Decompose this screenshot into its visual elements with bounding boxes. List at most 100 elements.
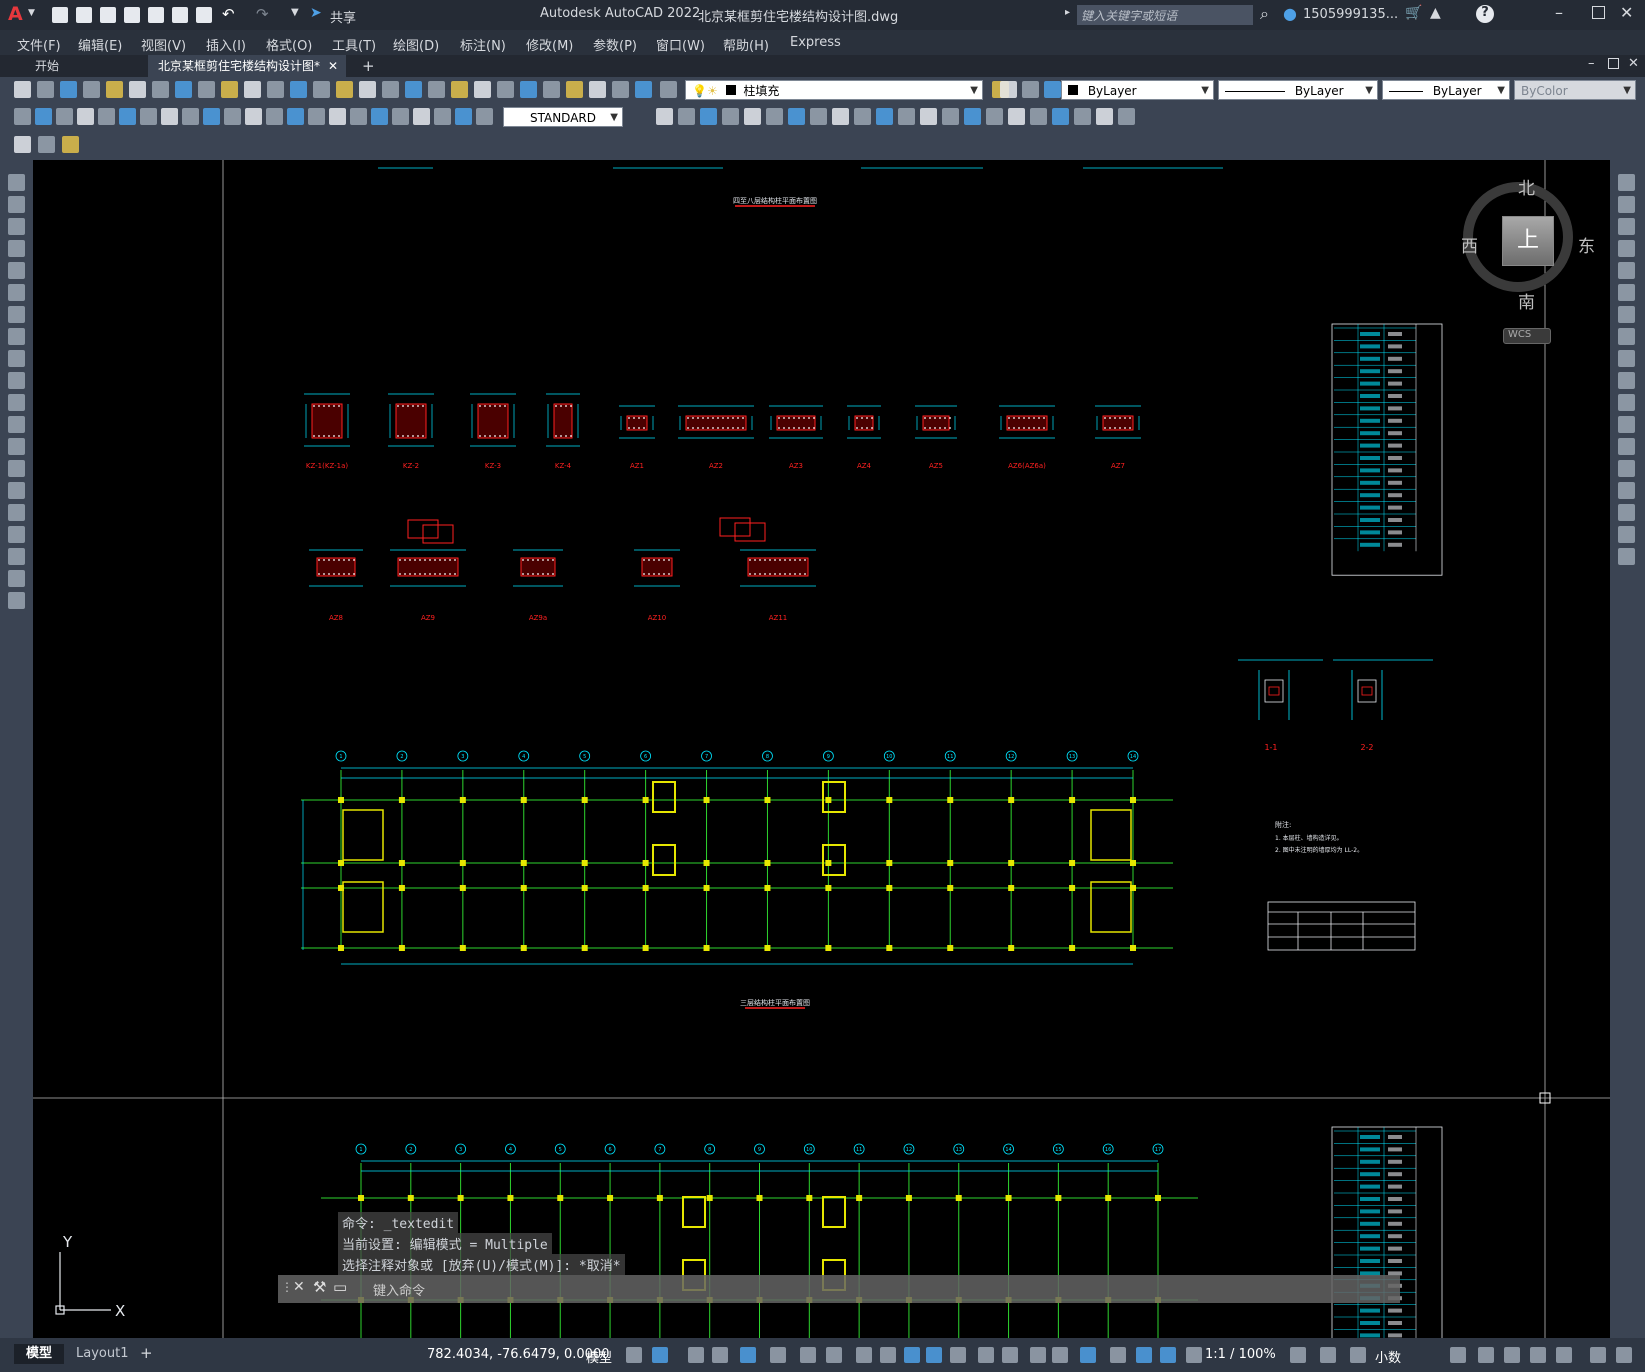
toolbar-tool-icon[interactable] bbox=[129, 81, 146, 98]
draw-tool-icon[interactable] bbox=[8, 416, 25, 433]
modify-tool-icon[interactable] bbox=[1618, 526, 1635, 543]
modify-tool-icon[interactable] bbox=[1618, 394, 1635, 411]
toolbar-tool-icon[interactable] bbox=[413, 108, 430, 125]
toolbar-tool-icon[interactable] bbox=[964, 108, 981, 125]
status-toggle-icon[interactable] bbox=[712, 1347, 728, 1363]
status-toggle-icon[interactable] bbox=[1052, 1347, 1068, 1363]
command-close-icon[interactable]: ✕ bbox=[293, 1279, 305, 1295]
toolbar-tool-icon[interactable] bbox=[1022, 81, 1039, 98]
draw-tool-icon[interactable] bbox=[8, 504, 25, 521]
toolbar-tool-icon[interactable] bbox=[722, 108, 739, 125]
toolbar-tool-icon[interactable] bbox=[221, 81, 238, 98]
menu-item[interactable]: 参数(P) bbox=[593, 35, 637, 54]
toolbar-tool-icon[interactable] bbox=[635, 81, 652, 98]
menu-item[interactable]: 修改(M) bbox=[526, 35, 573, 54]
draw-tool-icon[interactable] bbox=[8, 196, 25, 213]
toolbar-tool-icon[interactable] bbox=[83, 81, 100, 98]
draw-tool-icon[interactable] bbox=[8, 262, 25, 279]
app-menu-arrow-icon[interactable]: ▼ bbox=[28, 8, 35, 18]
command-prompt-icon[interactable]: ▭ bbox=[333, 1278, 347, 1296]
plotstyle-dropdown[interactable]: ByColor ▼ bbox=[1514, 80, 1636, 100]
user-icon[interactable]: ● bbox=[1283, 4, 1297, 23]
compass-south[interactable]: 南 bbox=[1518, 288, 1535, 313]
a360-icon[interactable]: ▲ bbox=[1430, 5, 1441, 21]
menu-item[interactable]: 编辑(E) bbox=[78, 35, 122, 54]
status-toggle-icon[interactable] bbox=[1556, 1347, 1572, 1363]
toolbar-tool-icon[interactable] bbox=[656, 108, 673, 125]
status-toggle-icon[interactable] bbox=[626, 1347, 642, 1363]
plot-icon[interactable] bbox=[196, 7, 212, 23]
toolbar-tool-icon[interactable] bbox=[1030, 108, 1047, 125]
toolbar-tool-icon[interactable] bbox=[382, 81, 399, 98]
toolbar-tool-icon[interactable] bbox=[161, 108, 178, 125]
modify-tool-icon[interactable] bbox=[1618, 438, 1635, 455]
toolbar-tool-icon[interactable] bbox=[1052, 108, 1069, 125]
save-icon[interactable] bbox=[100, 7, 116, 23]
status-toggle-icon[interactable] bbox=[1002, 1347, 1018, 1363]
lineweight-dropdown[interactable]: ByLayer ▼ bbox=[1382, 80, 1510, 100]
toolbar-tool-icon[interactable] bbox=[744, 108, 761, 125]
toolbar-tool-icon[interactable] bbox=[678, 108, 695, 125]
toolbar-tool-icon[interactable] bbox=[62, 136, 79, 153]
status-toggle-icon[interactable] bbox=[1504, 1347, 1520, 1363]
toolbar-tool-icon[interactable] bbox=[428, 81, 445, 98]
share-icon[interactable]: ➤ bbox=[310, 5, 322, 21]
command-grip-icon[interactable]: ⋮ bbox=[281, 1280, 293, 1294]
status-toggle-icon[interactable] bbox=[926, 1347, 942, 1363]
restore-icon[interactable] bbox=[1608, 58, 1619, 69]
toolbar-tool-icon[interactable] bbox=[98, 108, 115, 125]
open-icon[interactable] bbox=[76, 7, 92, 23]
toolbar-tool-icon[interactable] bbox=[451, 81, 468, 98]
color-dropdown[interactable]: ByLayer ▼ bbox=[1061, 80, 1214, 100]
help-icon[interactable]: ? bbox=[1476, 5, 1494, 23]
toolbar-tool-icon[interactable] bbox=[1000, 81, 1017, 98]
draw-tool-icon[interactable] bbox=[8, 526, 25, 543]
status-toggle-icon[interactable] bbox=[1186, 1347, 1202, 1363]
tab-model[interactable]: 模型 bbox=[14, 1344, 65, 1364]
draw-tool-icon[interactable] bbox=[8, 482, 25, 499]
drawing-svg[interactable]: 四至八层结构柱平面布置图 KZ-1(KZ-1a) KZ-2 KZ-3 KZ-4 AZ1 A… bbox=[33, 160, 1610, 1338]
tab-drawing[interactable]: 北京某框剪住宅楼结构设计图* ✕ bbox=[148, 55, 347, 77]
linetype-dropdown[interactable]: ByLayer ▼ bbox=[1218, 80, 1378, 100]
toolbar-tool-icon[interactable] bbox=[56, 108, 73, 125]
toolbar-tool-icon[interactable] bbox=[35, 108, 52, 125]
toolbar-tool-icon[interactable] bbox=[660, 81, 677, 98]
toolbar-tool-icon[interactable] bbox=[77, 108, 94, 125]
modify-tool-icon[interactable] bbox=[1618, 350, 1635, 367]
toolbar-tool-icon[interactable] bbox=[766, 108, 783, 125]
customize-icon[interactable]: ▼ bbox=[291, 7, 299, 18]
app-logo[interactable]: A bbox=[8, 3, 23, 25]
modify-tool-icon[interactable] bbox=[1618, 196, 1635, 213]
toolbar-tool-icon[interactable] bbox=[1008, 108, 1025, 125]
toolbar-tool-icon[interactable] bbox=[140, 108, 157, 125]
toolbar-tool-icon[interactable] bbox=[455, 108, 472, 125]
draw-tool-icon[interactable] bbox=[8, 548, 25, 565]
toolbar-tool-icon[interactable] bbox=[566, 81, 583, 98]
toolbar-tool-icon[interactable] bbox=[245, 108, 262, 125]
status-toggle-icon[interactable] bbox=[800, 1347, 816, 1363]
modify-tool-icon[interactable] bbox=[1618, 482, 1635, 499]
toolbar-tool-icon[interactable] bbox=[106, 81, 123, 98]
status-toggle-icon[interactable] bbox=[904, 1347, 920, 1363]
menu-item[interactable]: 插入(I) bbox=[206, 35, 246, 54]
units-dropdown[interactable]: 小数 bbox=[1375, 1347, 1401, 1366]
toolbar-tool-icon[interactable] bbox=[308, 108, 325, 125]
toolbar-tool-icon[interactable] bbox=[898, 108, 915, 125]
draw-tool-icon[interactable] bbox=[8, 372, 25, 389]
toolbar-tool-icon[interactable] bbox=[474, 81, 491, 98]
open-web-icon[interactable] bbox=[148, 7, 164, 23]
toolbar-tool-icon[interactable] bbox=[203, 108, 220, 125]
toolbar-tool-icon[interactable] bbox=[119, 108, 136, 125]
toolbar-tool-icon[interactable] bbox=[520, 81, 537, 98]
modify-tool-icon[interactable] bbox=[1618, 372, 1635, 389]
draw-tool-icon[interactable] bbox=[8, 218, 25, 235]
modify-tool-icon[interactable] bbox=[1618, 284, 1635, 301]
toolbar-tool-icon[interactable] bbox=[14, 81, 31, 98]
status-toggle-icon[interactable] bbox=[1160, 1347, 1176, 1363]
status-toggle-icon[interactable] bbox=[1290, 1347, 1306, 1363]
draw-tool-icon[interactable] bbox=[8, 284, 25, 301]
modify-tool-icon[interactable] bbox=[1618, 548, 1635, 565]
modify-tool-icon[interactable] bbox=[1618, 262, 1635, 279]
modify-tool-icon[interactable] bbox=[1618, 218, 1635, 235]
toolbar-tool-icon[interactable] bbox=[329, 108, 346, 125]
